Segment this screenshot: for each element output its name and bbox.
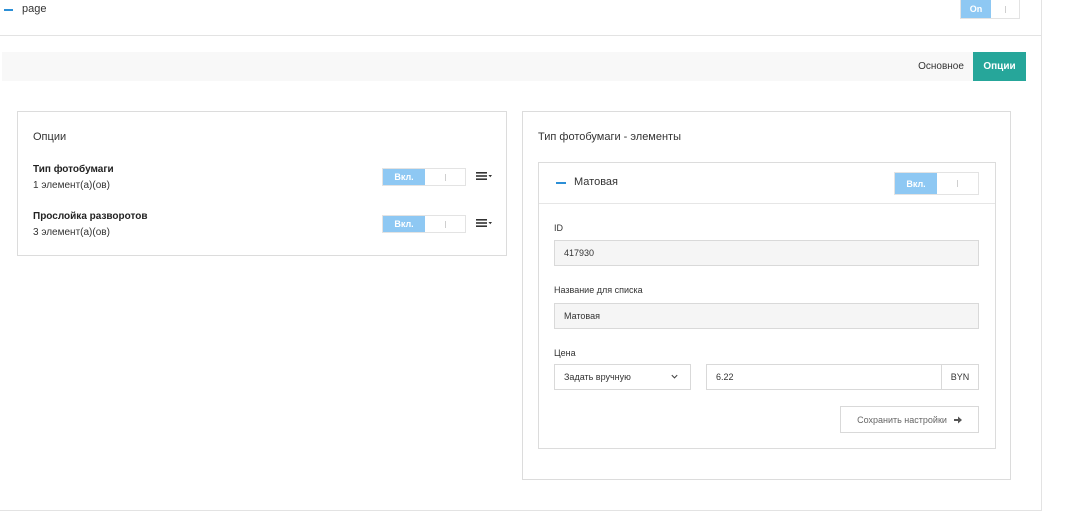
toggle-tick-icon xyxy=(444,173,446,181)
page-row: page On xyxy=(0,0,1042,36)
option-name[interactable]: Прослойка разворотов xyxy=(33,211,148,222)
elements-panel: Тип фотобумаги - элементы Матовая Вкл. I… xyxy=(522,111,1011,480)
page-label: page xyxy=(22,3,47,15)
elements-panel-title: Тип фотобумаги - элементы xyxy=(538,131,682,143)
page-toggle-off[interactable] xyxy=(991,0,1019,18)
toggle-tick-icon xyxy=(1004,5,1006,13)
price-input-group: 6.22 BYN xyxy=(706,364,979,390)
chevron-down-icon xyxy=(671,374,678,379)
tab-options[interactable]: Опции xyxy=(973,52,1026,81)
option-row[interactable]: Прослойка разворотов 3 элемент(а)(ов) Вк… xyxy=(33,211,493,241)
options-panel: Опции Тип фотобумаги 1 элемент(а)(ов) Вк… xyxy=(17,111,507,256)
id-label: ID xyxy=(554,223,563,233)
option-toggle-off[interactable] xyxy=(425,169,465,185)
option-count: 1 элемент(а)(ов) xyxy=(33,180,110,191)
collapse-minus-icon[interactable] xyxy=(4,9,13,11)
price-label: Цена xyxy=(554,348,576,358)
toggle-tick-icon xyxy=(957,180,958,187)
collapse-minus-icon[interactable] xyxy=(556,182,566,184)
save-settings-label: Сохранить настройки xyxy=(857,414,947,425)
price-mode-select[interactable]: Задать вручную xyxy=(554,364,691,390)
option-toggle-on[interactable]: Вкл. xyxy=(383,169,425,185)
option-toggle[interactable]: Вкл. xyxy=(382,215,466,233)
id-field[interactable]: 417930 xyxy=(554,240,979,266)
toggle-tick-icon xyxy=(444,220,446,228)
option-toggle-off[interactable] xyxy=(425,216,465,232)
tab-bar: Основное Опции xyxy=(2,52,1026,81)
save-settings-button[interactable]: Сохранить настройки xyxy=(840,406,979,433)
element-card-header[interactable]: Матовая Вкл. xyxy=(539,163,995,204)
list-name-field[interactable]: Матовая xyxy=(554,303,979,329)
currency-addon: BYN xyxy=(941,365,978,389)
element-toggle-on[interactable]: Вкл. xyxy=(895,173,937,194)
option-toggle[interactable]: Вкл. xyxy=(382,168,466,186)
arrow-right-icon xyxy=(953,416,962,423)
element-card: Матовая Вкл. ID 417930 Название для спис… xyxy=(538,162,996,449)
option-name[interactable]: Тип фотобумаги xyxy=(33,164,114,175)
option-count: 3 элемент(а)(ов) xyxy=(33,227,110,238)
element-toggle-off[interactable] xyxy=(937,173,978,194)
price-mode-value: Задать вручную xyxy=(564,372,631,382)
list-name-label: Название для списка xyxy=(554,285,643,295)
element-toggle[interactable]: Вкл. xyxy=(894,172,979,195)
price-input[interactable]: 6.22 xyxy=(707,365,941,389)
option-row[interactable]: Тип фотобумаги 1 элемент(а)(ов) Вкл. xyxy=(33,164,493,194)
element-name: Матовая xyxy=(574,176,618,188)
list-menu-icon[interactable] xyxy=(475,216,493,230)
tab-main[interactable]: Основное xyxy=(908,52,974,81)
list-menu-icon[interactable] xyxy=(475,169,493,183)
page-toggle-on[interactable]: On xyxy=(961,0,991,18)
option-toggle-on[interactable]: Вкл. xyxy=(383,216,425,232)
options-panel-title: Опции xyxy=(33,131,67,143)
page-toggle[interactable]: On xyxy=(960,0,1020,19)
